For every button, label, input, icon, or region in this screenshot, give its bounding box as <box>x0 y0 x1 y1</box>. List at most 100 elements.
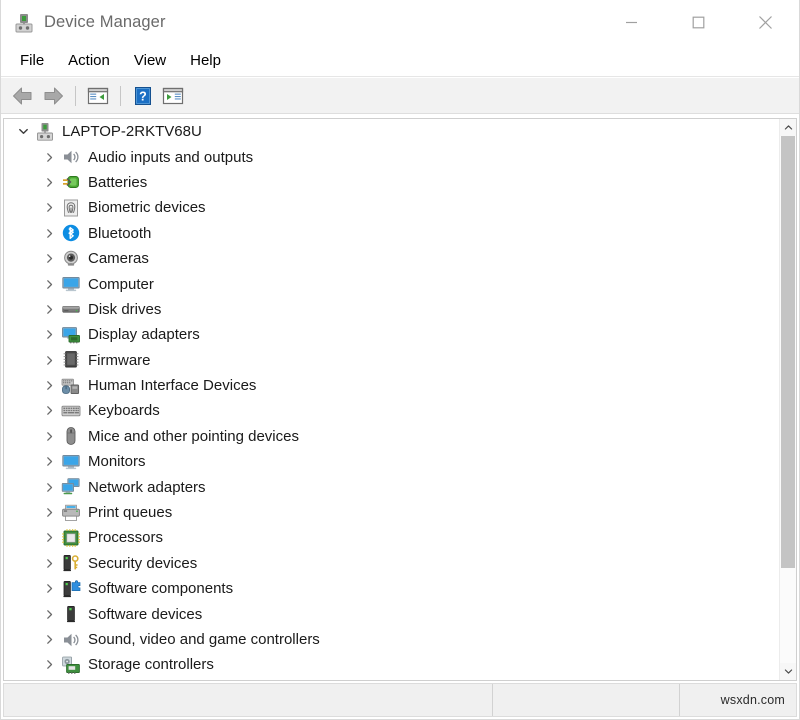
scrollbar-track[interactable] <box>780 136 796 663</box>
chevron-right-icon[interactable] <box>38 558 60 569</box>
toolbar-separator <box>75 86 76 106</box>
tree-item-label: Keyboards <box>88 403 160 418</box>
chevron-right-icon[interactable] <box>38 634 60 645</box>
tree-item-disk-drives[interactable]: Disk drives <box>4 297 779 322</box>
scroll-down-button[interactable] <box>780 663 796 680</box>
chevron-right-icon[interactable] <box>38 279 60 290</box>
close-button[interactable] <box>732 0 799 45</box>
scrollbar-thumb[interactable] <box>781 136 795 568</box>
chevron-right-icon[interactable] <box>38 507 60 518</box>
vertical-scrollbar[interactable] <box>779 119 796 680</box>
chevron-right-icon[interactable] <box>38 355 60 366</box>
tree-item-label: Software components <box>88 581 233 596</box>
disk-drive-icon <box>60 299 81 320</box>
speaker-icon <box>60 629 81 650</box>
tree-root-row[interactable]: LAPTOP-2RKTV68U <box>4 119 779 144</box>
tree-item-label: Sound, video and game controllers <box>88 632 320 647</box>
menu-view[interactable]: View <box>124 49 176 73</box>
tree-item-computer[interactable]: Computer <box>4 271 779 296</box>
chevron-right-icon[interactable] <box>38 659 60 670</box>
chevron-right-icon[interactable] <box>38 202 60 213</box>
window-title: Device Manager <box>44 13 166 32</box>
properties-button[interactable] <box>158 82 188 110</box>
forward-button[interactable] <box>38 82 68 110</box>
monitor-icon <box>60 451 81 472</box>
chevron-right-icon[interactable] <box>38 253 60 264</box>
tree-item-label: Batteries <box>88 175 147 190</box>
menu-file[interactable]: File <box>10 49 54 73</box>
bluetooth-icon <box>60 223 81 244</box>
tree-item-monitors[interactable]: Monitors <box>4 449 779 474</box>
storage-controller-icon <box>60 654 81 675</box>
tree-item-label: Print queues <box>88 505 172 520</box>
battery-icon <box>60 172 81 193</box>
hid-icon <box>60 375 81 396</box>
chevron-right-icon[interactable] <box>38 405 60 416</box>
tree-item-human-interface-devices[interactable]: Human Interface Devices <box>4 373 779 398</box>
chevron-right-icon[interactable] <box>38 177 60 188</box>
processor-icon <box>60 527 81 548</box>
minimize-button[interactable] <box>598 0 665 45</box>
tree-item-sound-video-and-game-controllers[interactable]: Sound, video and game controllers <box>4 627 779 652</box>
tree-item-processors[interactable]: Processors <box>4 525 779 550</box>
chevron-right-icon[interactable] <box>38 456 60 467</box>
status-pane-3: wsxdn.com <box>679 684 796 716</box>
mouse-icon <box>60 426 81 447</box>
tree-item-label: Mice and other pointing devices <box>88 429 299 444</box>
tree-item-keyboards[interactable]: Keyboards <box>4 398 779 423</box>
tree-item-network-adapters[interactable]: Network adapters <box>4 474 779 499</box>
tree-item-label: Processors <box>88 530 163 545</box>
tree-item-audio-inputs-and-outputs[interactable]: Audio inputs and outputs <box>4 144 779 169</box>
tree-item-label: Storage controllers <box>88 657 214 672</box>
tree-item-batteries[interactable]: Batteries <box>4 170 779 195</box>
tree-item-security-devices[interactable]: Security devices <box>4 551 779 576</box>
tree-item-cameras[interactable]: Cameras <box>4 246 779 271</box>
window-controls <box>598 0 799 45</box>
tree-item-software-components[interactable]: Software components <box>4 576 779 601</box>
chevron-down-icon[interactable] <box>12 126 34 137</box>
chevron-right-icon[interactable] <box>38 304 60 315</box>
properties-window-icon <box>162 86 184 106</box>
tree-item-label: Audio inputs and outputs <box>88 150 253 165</box>
tree-item-label: Disk drives <box>88 302 161 317</box>
fingerprint-icon <box>60 197 81 218</box>
svg-text:?: ? <box>139 89 147 103</box>
printer-icon <box>60 502 81 523</box>
computer-root-icon <box>34 121 55 142</box>
tree-item-label: Human Interface Devices <box>88 378 256 393</box>
chevron-right-icon[interactable] <box>38 152 60 163</box>
help-question-icon: ? <box>133 86 153 106</box>
chevron-right-icon[interactable] <box>38 329 60 340</box>
tree-item-label: Biometric devices <box>88 200 206 215</box>
chevron-right-icon[interactable] <box>38 228 60 239</box>
maximize-button[interactable] <box>665 0 732 45</box>
chevron-right-icon[interactable] <box>38 532 60 543</box>
tree-item-display-adapters[interactable]: Display adapters <box>4 322 779 347</box>
chevron-right-icon[interactable] <box>38 583 60 594</box>
help-button[interactable]: ? <box>128 82 158 110</box>
tree-item-storage-controllers[interactable]: Storage controllers <box>4 652 779 677</box>
tree-item-bluetooth[interactable]: Bluetooth <box>4 221 779 246</box>
show-console-tree-button[interactable] <box>83 82 113 110</box>
chevron-right-icon[interactable] <box>38 431 60 442</box>
tree-item-print-queues[interactable]: Print queues <box>4 500 779 525</box>
tree-item-label: Display adapters <box>88 327 200 342</box>
tree-item-label: Bluetooth <box>88 226 151 241</box>
scroll-up-button[interactable] <box>780 119 796 136</box>
menu-help[interactable]: Help <box>180 49 231 73</box>
title-bar: Device Manager <box>1 0 799 45</box>
tree-item-label: Monitors <box>88 454 146 469</box>
chevron-right-icon[interactable] <box>38 482 60 493</box>
forward-arrow-icon <box>41 86 65 106</box>
chevron-right-icon[interactable] <box>38 609 60 620</box>
firmware-chip-icon <box>60 350 81 371</box>
tree-item-mice-and-other-pointing-devices[interactable]: Mice and other pointing devices <box>4 424 779 449</box>
menu-action[interactable]: Action <box>58 49 120 73</box>
back-button[interactable] <box>8 82 38 110</box>
tree-item-software-devices[interactable]: Software devices <box>4 601 779 626</box>
tree-item-firmware[interactable]: Firmware <box>4 348 779 373</box>
keyboard-icon <box>60 400 81 421</box>
chevron-right-icon[interactable] <box>38 380 60 391</box>
tree-item-biometric-devices[interactable]: Biometric devices <box>4 195 779 220</box>
device-manager-window: Device Manager File Action <box>0 0 800 720</box>
